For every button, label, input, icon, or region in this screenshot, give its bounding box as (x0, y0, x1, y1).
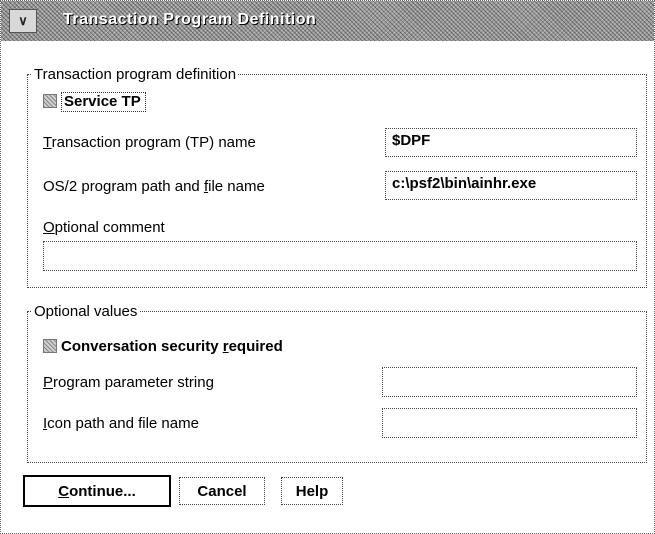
tp-name-input[interactable]: $DPF (385, 128, 637, 157)
icon-path-label: Icon path and file name (43, 415, 199, 432)
cancel-button[interactable]: Cancel (179, 477, 265, 505)
tp-name-label: Transaction program (TP) name (43, 134, 256, 151)
continue-button[interactable]: Continue... (23, 475, 171, 507)
optional-values-legend: Optional values (34, 303, 138, 320)
title-bar[interactable]: ∨ Transaction Program Definition (1, 1, 654, 41)
conversation-security-checkbox[interactable]: Conversation security required (43, 338, 283, 355)
optional-comment-label: Optional comment (43, 219, 165, 236)
window-title: Transaction Program Definition (63, 11, 317, 28)
tp-definition-legend: Transaction program definition (34, 66, 237, 83)
program-path-label: OS/2 program path and file name (43, 178, 265, 195)
checkbox-icon (43, 94, 57, 108)
icon-path-input[interactable] (382, 408, 637, 438)
checkbox-icon (43, 339, 57, 353)
param-string-input[interactable] (382, 367, 637, 397)
program-path-input[interactable]: c:\psf2\bin\ainhr.exe (385, 171, 637, 200)
param-string-label: Program parameter string (43, 374, 214, 391)
system-menu-icon[interactable]: ∨ (9, 9, 37, 33)
optional-comment-input[interactable] (43, 241, 637, 271)
help-button[interactable]: Help (281, 477, 343, 505)
dialog-window: ∨ Transaction Program Definition Transac… (0, 0, 655, 534)
service-tp-checkbox[interactable]: Service TP (43, 92, 146, 112)
service-tp-label: Service TP (61, 92, 146, 112)
